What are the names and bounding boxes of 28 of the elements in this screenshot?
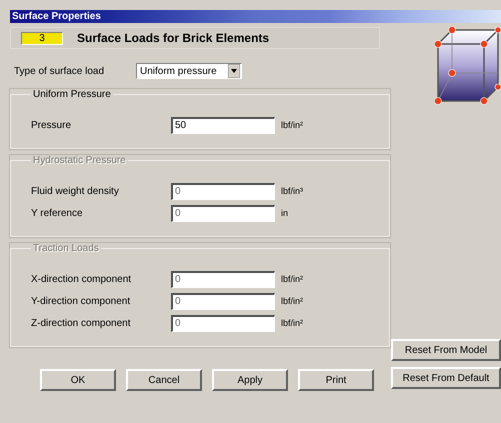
window-title: Surface Properties [11,11,101,22]
field-label: Fluid weight density [31,186,120,196]
field-label: Pressure [31,120,72,130]
field-label: Z-direction component [31,318,132,328]
unit-label: lbf/in² [281,318,304,328]
unit-label: lbf/in³ [281,186,304,196]
reset-button[interactable]: Reset From Default [391,367,501,389]
unit-label: lbf/in² [281,274,304,284]
unit-label: lbf/in² [281,120,304,130]
unit-label: in [281,208,288,218]
field-label: X-direction component [31,274,132,284]
unit-label: lbf/in² [281,296,304,306]
load-type-dropdown[interactable]: Uniform pressure [136,63,242,79]
dialog-heading: Surface Loads for Brick Elements [77,31,270,45]
field-label: Y-direction component [31,296,132,306]
group-legend: Hydrostatic Pressure [31,155,128,166]
dialog-button[interactable]: Print [298,369,374,391]
field-label: Y reference [31,208,84,218]
field-label: Type of surface load [14,66,106,76]
group-legend: Uniform Pressure [31,89,113,100]
dropdown-arrow-icon [228,64,240,78]
group-legend: Traction Loads [31,243,101,254]
reset-button[interactable]: Reset From Model [391,339,501,361]
dialog-button[interactable]: OK [40,369,116,391]
element-number: 3 [21,32,63,44]
dialog-button[interactable]: Cancel [126,369,202,391]
input-field[interactable]: 50 [171,116,275,134]
dialog-button[interactable]: Apply [212,369,288,391]
